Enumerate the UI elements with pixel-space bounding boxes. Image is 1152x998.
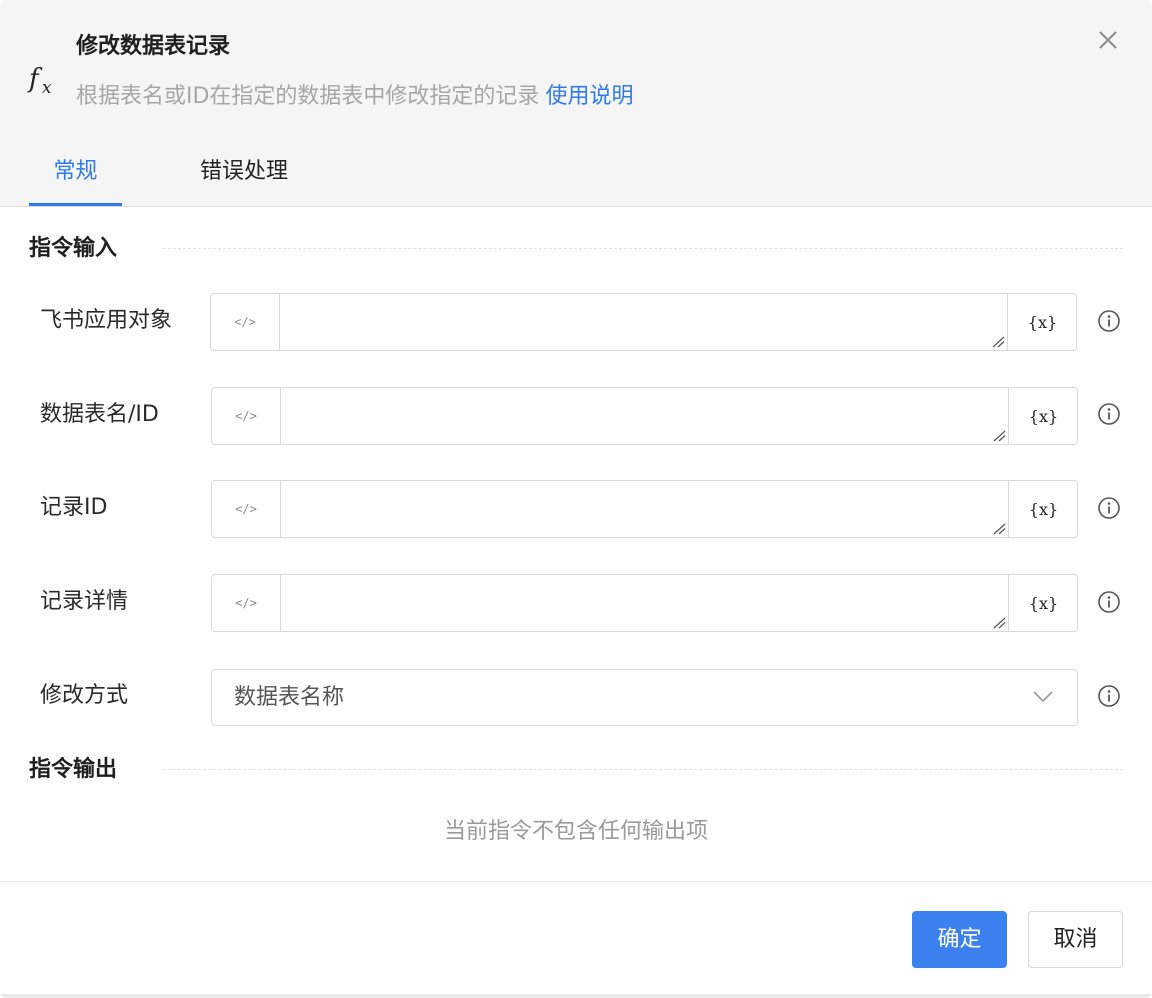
variable-button[interactable]: {x} [1008,481,1078,537]
variable-button[interactable]: {x} [1008,388,1078,444]
chevron-down-icon [1033,691,1053,703]
footer-divider [0,881,1152,882]
table-name-input-group: </> {x} [211,387,1078,445]
info-icon[interactable] [1097,309,1121,333]
variable-button[interactable]: {x} [1008,575,1078,631]
code-mode-button[interactable]: </> [212,481,281,537]
resize-handle-icon[interactable] [991,336,1005,348]
code-mode-button[interactable]: </> [211,294,280,350]
info-icon[interactable] [1097,402,1121,426]
resize-handle-icon[interactable] [992,617,1006,629]
feishu-app-input-group: </> {x} [210,293,1077,351]
dialog-header: f x 修改数据表记录 根据表名或ID在指定的数据表中修改指定的记录 使用说明 常… [0,0,1152,207]
info-icon[interactable] [1097,684,1121,708]
modify-mode-select[interactable]: 数据表名称 [211,669,1078,726]
code-mode-button[interactable]: </> [212,575,281,631]
input-section-title: 指令输入 [29,236,118,261]
cancel-button[interactable]: 取消 [1028,911,1123,968]
info-icon[interactable] [1097,496,1121,520]
record-id-input-group: </> {x} [211,480,1078,538]
fx-icon: f x [27,64,52,98]
table-name-input[interactable] [281,388,1008,444]
help-link[interactable]: 使用说明 [545,84,633,109]
info-icon[interactable] [1097,590,1121,614]
close-icon[interactable] [1094,26,1122,54]
window-bottom-edge [0,994,1152,998]
code-icon: </> [234,315,256,329]
tab-error-handling[interactable]: 错误处理 [200,150,288,206]
code-icon: </> [235,596,257,610]
field-label-record-id: 记录ID [40,495,108,520]
tab-general[interactable]: 常规 [29,150,122,206]
field-label-table-name: 数据表名/ID [40,402,159,427]
dialog-title: 修改数据表记录 [76,34,231,59]
output-section-title: 指令输出 [29,757,118,782]
modify-mode-value: 数据表名称 [234,685,345,710]
record-detail-input-group: </> {x} [211,574,1078,632]
feishu-app-input[interactable] [280,294,1007,350]
dialog-subtitle: 根据表名或ID在指定的数据表中修改指定的记录 使用说明 [76,81,633,113]
record-detail-input[interactable] [281,575,1008,631]
code-icon: </> [235,409,257,423]
svg-text:f: f [27,64,43,94]
section-divider [163,769,1123,770]
section-divider [163,248,1123,249]
variable-button[interactable]: {x} [1007,294,1077,350]
field-label-feishu-app: 飞书应用对象 [40,308,173,333]
code-mode-button[interactable]: </> [212,388,281,444]
field-label-record-detail: 记录详情 [40,589,129,614]
field-label-modify-mode: 修改方式 [40,683,129,708]
dialog-description: 根据表名或ID在指定的数据表中修改指定的记录 [76,84,540,109]
code-icon: </> [235,502,257,516]
output-empty-message: 当前指令不包含任何输出项 [443,819,708,844]
confirm-button[interactable]: 确定 [912,911,1007,968]
resize-handle-icon[interactable] [992,523,1006,535]
resize-handle-icon[interactable] [992,430,1006,442]
modify-record-dialog: f x 修改数据表记录 根据表名或ID在指定的数据表中修改指定的记录 使用说明 常… [0,0,1152,998]
svg-text:x: x [42,78,52,98]
record-id-input[interactable] [281,481,1008,537]
